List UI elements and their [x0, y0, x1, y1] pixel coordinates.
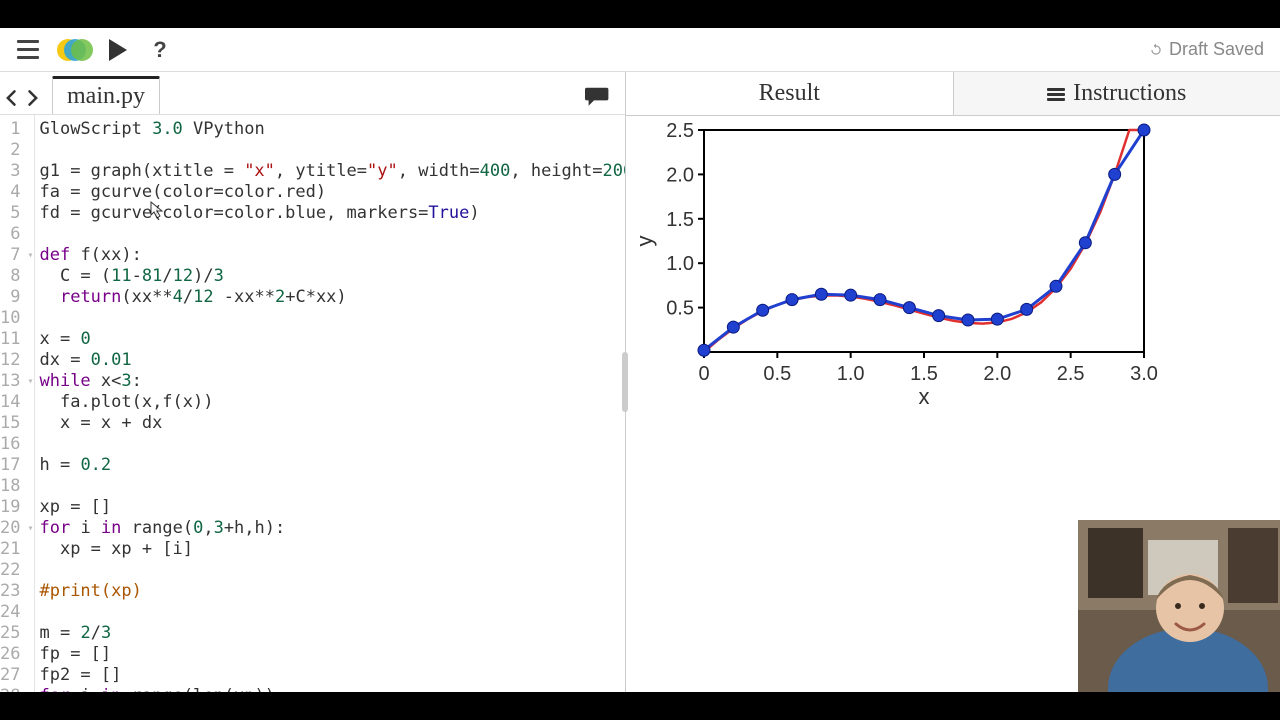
file-tab[interactable]: main.py — [52, 76, 160, 114]
line-number: 5 — [0, 203, 20, 224]
next-file-icon[interactable] — [22, 88, 42, 108]
line-number: 10 — [0, 308, 20, 329]
fold-icon[interactable]: ▾ — [23, 245, 33, 266]
result-panel: 0.5 1.0 1.5 2.0 2.5 0 0.5 1.0 1.5 2.0 2.5 3.0 x y — [626, 116, 1280, 417]
line-number: 17 — [0, 455, 20, 476]
line-number: 24 — [0, 602, 20, 623]
code-editor[interactable]: 123456▾789101112▾13141516171819▾20212223… — [0, 114, 625, 692]
line-number: 21 — [0, 539, 20, 560]
code-line[interactable]: def f(xx): — [39, 245, 625, 266]
svg-text:2.5: 2.5 — [666, 120, 694, 142]
code-line[interactable]: m = 2/3 — [39, 623, 625, 644]
code-line[interactable]: fa = gcurve(color=color.red) — [39, 182, 625, 203]
code-line[interactable]: #print(xp) — [39, 581, 625, 602]
code-line[interactable]: xp = [] — [39, 497, 625, 518]
code-line[interactable] — [39, 434, 625, 455]
tab-result[interactable]: Result — [626, 72, 953, 116]
code-line[interactable]: x = x + dx — [39, 413, 625, 434]
svg-text:y: y — [632, 236, 657, 247]
code-line[interactable]: while x<3: — [39, 371, 625, 392]
svg-text:3.0: 3.0 — [1130, 363, 1158, 385]
line-number: 23 — [0, 581, 20, 602]
code-line[interactable]: GlowScript 3.0 VPython — [39, 119, 625, 140]
fold-icon[interactable]: ▾ — [23, 371, 33, 392]
line-number: 2 — [0, 140, 20, 161]
code-line[interactable] — [39, 602, 625, 623]
code-line[interactable] — [39, 476, 625, 497]
help-button[interactable]: ? — [140, 30, 180, 70]
svg-text:1.0: 1.0 — [837, 363, 865, 385]
prev-file-icon[interactable] — [2, 88, 22, 108]
code-line[interactable]: return(xx**4/12 -xx**2+C*xx) — [39, 287, 625, 308]
svg-text:2.5: 2.5 — [1057, 363, 1085, 385]
code-line[interactable]: h = 0.2 — [39, 455, 625, 476]
webcam-overlay — [1078, 520, 1280, 692]
result-chart: 0.51.01.52.02.500.51.01.52.02.53.0xy — [634, 122, 1154, 412]
line-number: 26 — [0, 644, 20, 665]
line-number: 13 — [0, 371, 20, 392]
code-line[interactable]: C = (11-81/12)/3 — [39, 266, 625, 287]
code-line[interactable]: fa.plot(x,f(x)) — [39, 392, 625, 413]
svg-text:1.5: 1.5 — [910, 363, 938, 385]
code-line[interactable]: for i in range(0,3+h,h): — [39, 518, 625, 539]
svg-text:2.0: 2.0 — [666, 164, 694, 186]
line-number: 16 — [0, 434, 20, 455]
svg-text:2.0: 2.0 — [983, 363, 1011, 385]
tab-instructions-label: Instructions — [1073, 80, 1186, 107]
line-number: 12 — [0, 350, 20, 371]
code-line[interactable]: x = 0 — [39, 329, 625, 350]
code-line[interactable] — [39, 224, 625, 245]
line-number: 7 — [0, 245, 20, 266]
svg-text:0: 0 — [698, 363, 709, 385]
line-number: 18 — [0, 476, 20, 497]
line-number: 15 — [0, 413, 20, 434]
editor-pane: main.py 123456▾789101112▾13141516171819▾… — [0, 72, 626, 692]
code-line[interactable]: fp2 = [] — [39, 665, 625, 686]
menu-icon[interactable] — [8, 30, 48, 70]
logo-icon[interactable] — [52, 30, 92, 70]
code-line[interactable]: g1 = graph(xtitle = "x", ytitle="y", wid… — [39, 161, 625, 182]
tab-instructions[interactable]: Instructions — [953, 72, 1280, 116]
code-line[interactable] — [39, 308, 625, 329]
svg-text:1.5: 1.5 — [666, 209, 694, 231]
line-number: 20 — [0, 518, 20, 539]
line-number: 25 — [0, 623, 20, 644]
line-number: 8 — [0, 266, 20, 287]
svg-text:x: x — [919, 384, 930, 409]
line-number: 22 — [0, 560, 20, 581]
line-number: 14 — [0, 392, 20, 413]
list-icon — [1047, 86, 1065, 102]
line-number: 3 — [0, 161, 20, 182]
code-line[interactable] — [39, 140, 625, 161]
code-line[interactable]: xp = xp + [i] — [39, 539, 625, 560]
refresh-icon — [1149, 43, 1163, 57]
code-line[interactable] — [39, 560, 625, 581]
comments-icon[interactable] — [585, 86, 611, 108]
line-number: 6 — [0, 224, 20, 245]
line-number: 1 — [0, 119, 20, 140]
line-number: 19 — [0, 497, 20, 518]
run-button[interactable] — [96, 30, 136, 70]
line-number: 27 — [0, 665, 20, 686]
line-number: 9 — [0, 287, 20, 308]
draft-saved-label: Draft Saved — [1169, 39, 1264, 60]
fold-icon[interactable]: ▾ — [23, 518, 33, 539]
line-number: 4 — [0, 182, 20, 203]
svg-text:0.5: 0.5 — [666, 298, 694, 320]
code-line[interactable]: fd = gcurve(color=color.blue, markers=Tr… — [39, 203, 625, 224]
line-number: 11 — [0, 329, 20, 350]
draft-saved-status: Draft Saved — [1149, 39, 1272, 60]
toolbar: ? Draft Saved — [0, 28, 1280, 72]
svg-text:0.5: 0.5 — [763, 363, 791, 385]
code-line[interactable]: fp = [] — [39, 644, 625, 665]
code-line[interactable]: dx = 0.01 — [39, 350, 625, 371]
svg-text:1.0: 1.0 — [666, 253, 694, 275]
